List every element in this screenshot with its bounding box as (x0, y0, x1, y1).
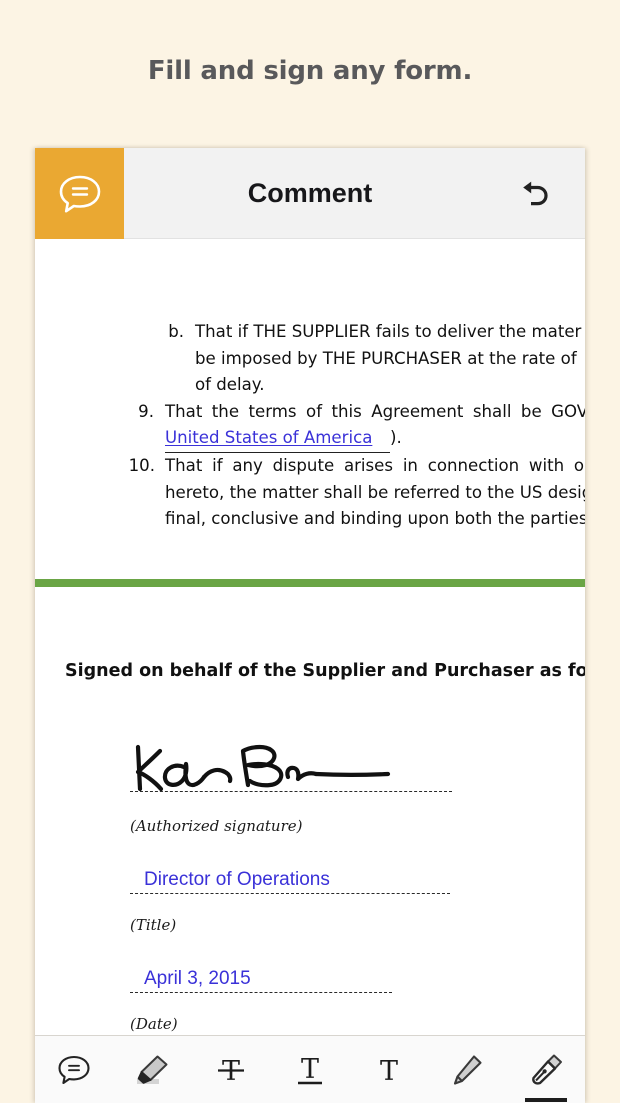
document-viewport[interactable]: b. That if THE SUPPLIER fails to deliver… (35, 239, 585, 1035)
clause-item: b. That if THE SUPPLIER fails to deliver… (168, 319, 585, 399)
tool-text[interactable]: T (361, 1036, 417, 1103)
signature-section-heading: Signed on behalf of the Supplier and Pur… (65, 661, 585, 681)
clause-marker: b. (168, 322, 184, 341)
clause-line-tail: ). (390, 428, 402, 448)
clause-list: b. That if THE SUPPLIER fails to deliver… (35, 319, 585, 533)
tool-highlighter[interactable] (125, 1036, 181, 1103)
clause-item: 9. That the terms of this Agreement shal… (138, 399, 585, 453)
tool-underline[interactable]: T (282, 1036, 338, 1103)
field-caption-signature: (Authorized signature) (130, 817, 303, 835)
top-toolbar: Comment (35, 148, 585, 239)
pencil-icon (454, 1054, 482, 1085)
undo-button[interactable] (507, 148, 563, 239)
filled-field-date[interactable]: April 3, 2015 (144, 968, 251, 989)
clause-line: That if THE SUPPLIER fails to deliver th… (195, 322, 582, 341)
signature-field[interactable] (130, 737, 560, 793)
handwritten-signature-icon (135, 744, 391, 792)
clause-marker: 9. (138, 401, 154, 421)
field-caption-title: (Title) (130, 916, 177, 934)
clause-line: of delay. (195, 375, 265, 395)
text-icon: T (380, 1056, 398, 1086)
tool-fountain-pen[interactable] (518, 1036, 574, 1103)
clause-line: That if any dispute arises in connection… (165, 455, 585, 475)
title-baseline (130, 893, 450, 894)
filled-field-governing-law[interactable]: United States of America (165, 428, 372, 447)
signature-baseline (130, 791, 452, 792)
clause-line: final, conclusive and binding upon both … (165, 509, 585, 529)
top-toolbar-title: Comment (247, 178, 373, 208)
clause-item: 10. That if any dispute arises in connec… (129, 453, 585, 533)
app-window: Comment b. That if THE SUPPLIER fails to… (35, 148, 585, 1103)
clause-line: hereto, the matter shall be referred to … (165, 482, 585, 502)
page-divider-green (35, 579, 585, 587)
date-baseline (130, 992, 392, 993)
signature-fields: (Authorized signature) Director of Opera… (130, 737, 560, 1033)
clause-line: be imposed by THE PURCHASER at the rate … (195, 348, 577, 368)
strikethrough-icon: T (218, 1056, 245, 1086)
field-caption-date: (Date) (130, 1015, 178, 1033)
fountain-pen-icon (531, 1054, 562, 1085)
title-field[interactable]: Director of Operations (130, 869, 560, 894)
tool-comment[interactable] (46, 1036, 102, 1103)
comment-icon (58, 1055, 90, 1084)
tool-strikethrough[interactable]: T (203, 1036, 259, 1103)
bottom-toolbar: T T T (35, 1035, 585, 1103)
signature-mark[interactable] (130, 737, 460, 793)
tool-pencil[interactable] (439, 1036, 495, 1103)
clause-marker: 10. (128, 455, 155, 475)
document-page-bottom: Signed on behalf of the Supplier and Pur… (35, 587, 585, 1035)
underline-icon: T (297, 1054, 322, 1085)
highlighter-icon (136, 1055, 168, 1084)
active-tool-indicator (524, 1097, 567, 1102)
filled-field-title[interactable]: Director of Operations (144, 869, 330, 890)
document-page-top: b. That if THE SUPPLIER fails to deliver… (35, 239, 585, 528)
svg-text:T: T (380, 1056, 398, 1086)
svg-text:T: T (301, 1054, 319, 1085)
page-title: Fill and sign any form. (147, 56, 473, 86)
date-field[interactable]: April 3, 2015 (130, 968, 560, 993)
clause-line: That the terms of this Agreement shall b… (165, 401, 585, 421)
app-root: Fill and sign any form. Comment b. That … (0, 0, 620, 1103)
undo-arrow-icon (523, 181, 548, 205)
